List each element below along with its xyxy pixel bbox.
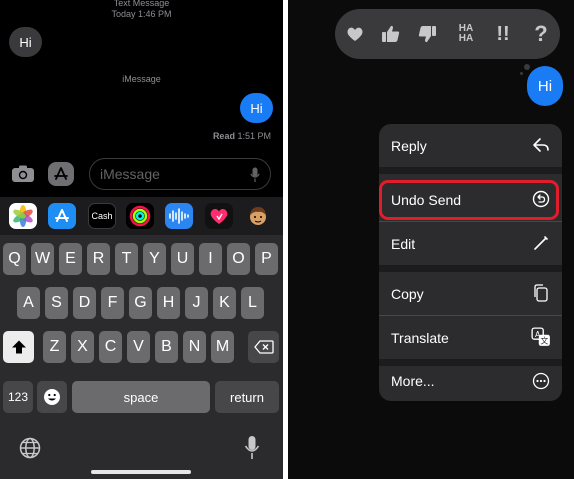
- reaction-bar-tail-dot-small: [520, 72, 523, 75]
- memoji-icon[interactable]: [244, 203, 272, 229]
- menu-item-label: Copy: [391, 285, 424, 302]
- reply-icon: [533, 138, 549, 152]
- key-x[interactable]: X: [71, 331, 94, 363]
- app-store-button[interactable]: [48, 162, 74, 186]
- emoji-key[interactable]: [37, 381, 67, 413]
- menu-item-copy[interactable]: Copy: [379, 272, 562, 315]
- audio-message-icon[interactable]: [165, 203, 193, 229]
- imessage-app-bar: Cash: [0, 197, 283, 235]
- key-p[interactable]: P: [255, 243, 278, 275]
- edit-pencil-icon: [534, 236, 548, 250]
- thumbs-down-icon[interactable]: [415, 22, 439, 46]
- emoji-icon: [44, 389, 60, 405]
- keyboard: Q W E R T Y U I O P A S D F G H J K L Z …: [0, 235, 283, 479]
- shift-key[interactable]: [3, 331, 34, 363]
- question-label: ?: [534, 21, 548, 46]
- message-context-screen: HA HA !! ? Hi Reply Undo Send Edit Copy: [288, 0, 574, 479]
- key-a[interactable]: A: [17, 287, 40, 319]
- service-label: iMessage: [122, 74, 161, 84]
- messages-conversation-screen: Text Message Today 1:46 PM Hi iMessage H…: [0, 0, 283, 479]
- copy-icon: [534, 284, 548, 302]
- key-w[interactable]: W: [31, 243, 54, 275]
- numbers-key[interactable]: 123: [3, 381, 33, 413]
- exclamation-icon[interactable]: !!: [491, 22, 515, 46]
- translate-icon: A文: [531, 327, 550, 346]
- dictation-icon[interactable]: [244, 435, 260, 461]
- haha-label: HA HA: [458, 23, 474, 44]
- home-indicator[interactable]: [91, 470, 191, 474]
- menu-item-more[interactable]: More...: [379, 360, 562, 401]
- key-g[interactable]: G: [129, 287, 152, 319]
- key-e[interactable]: E: [59, 243, 82, 275]
- key-n[interactable]: N: [183, 331, 206, 363]
- key-y[interactable]: Y: [143, 243, 166, 275]
- key-j[interactable]: J: [185, 287, 208, 319]
- camera-icon[interactable]: [11, 165, 35, 183]
- exclamation-label: !!: [496, 22, 510, 45]
- key-c[interactable]: C: [99, 331, 122, 363]
- more-ellipsis-icon: [532, 372, 550, 390]
- key-k[interactable]: K: [213, 287, 236, 319]
- undo-send-highlight: [379, 180, 559, 220]
- menu-group-separator: [379, 265, 562, 272]
- key-t[interactable]: T: [115, 243, 138, 275]
- delete-key[interactable]: [248, 331, 279, 363]
- dictation-mic-icon[interactable]: [250, 167, 260, 183]
- space-key[interactable]: space: [72, 381, 210, 413]
- message-date-label: Today 1:46 PM: [111, 9, 172, 19]
- haha-icon[interactable]: HA HA: [451, 22, 481, 46]
- compose-bar: iMessage: [0, 153, 283, 195]
- menu-group-separator: [379, 167, 562, 174]
- apple-cash-icon[interactable]: Cash: [88, 203, 116, 229]
- menu-item-label: More...: [391, 372, 435, 389]
- key-o[interactable]: O: [227, 243, 250, 275]
- globe-icon[interactable]: [18, 436, 42, 460]
- thumbs-up-icon[interactable]: [379, 22, 403, 46]
- photos-icon[interactable]: [9, 203, 37, 229]
- apple-cash-label: Cash: [91, 211, 113, 221]
- read-receipt-label: Read: [212, 131, 235, 141]
- key-r[interactable]: R: [87, 243, 110, 275]
- message-context-menu: Reply Undo Send Edit Copy Translate A文 M…: [379, 124, 562, 401]
- message-type-label: Text Message: [113, 0, 170, 8]
- key-d[interactable]: D: [73, 287, 96, 319]
- return-key[interactable]: return: [215, 381, 279, 413]
- key-h[interactable]: H: [157, 287, 180, 319]
- selected-message-bubble[interactable]: Hi: [527, 66, 563, 106]
- reaction-bar-tail-dot: [524, 64, 530, 70]
- key-z[interactable]: Z: [43, 331, 66, 363]
- key-u[interactable]: U: [171, 243, 194, 275]
- key-m[interactable]: M: [211, 331, 234, 363]
- message-input-placeholder: iMessage: [100, 166, 160, 182]
- shift-icon: [11, 340, 26, 354]
- key-b[interactable]: B: [155, 331, 178, 363]
- read-receipt: Read 1:51 PM: [213, 131, 271, 141]
- menu-item-label: Translate: [391, 329, 449, 346]
- incoming-message-bubble[interactable]: Hi: [9, 27, 42, 57]
- menu-item-label: Edit: [391, 235, 416, 252]
- tapback-reaction-bar: HA HA !! ?: [335, 9, 560, 59]
- app-store-icon: [54, 167, 68, 180]
- question-icon[interactable]: ?: [529, 21, 553, 46]
- key-s[interactable]: S: [45, 287, 68, 319]
- read-receipt-time: 1:51 PM: [237, 131, 271, 141]
- svg-text:文: 文: [540, 336, 548, 346]
- outgoing-message-bubble[interactable]: Hi: [240, 93, 273, 123]
- digital-touch-icon[interactable]: [205, 203, 233, 229]
- heart-icon[interactable]: [343, 22, 367, 46]
- menu-item-edit[interactable]: Edit: [379, 222, 562, 265]
- menu-item-label: Reply: [391, 137, 427, 154]
- key-q[interactable]: Q: [3, 243, 26, 275]
- key-l[interactable]: L: [241, 287, 264, 319]
- fitness-icon[interactable]: [126, 203, 154, 229]
- menu-item-reply[interactable]: Reply: [379, 124, 562, 167]
- menu-item-translate[interactable]: Translate A文: [379, 316, 562, 359]
- app-store-icon[interactable]: [48, 203, 76, 229]
- message-input[interactable]: iMessage: [89, 158, 271, 190]
- backspace-icon: [253, 340, 274, 354]
- key-f[interactable]: F: [101, 287, 124, 319]
- key-v[interactable]: V: [127, 331, 150, 363]
- key-i[interactable]: I: [199, 243, 222, 275]
